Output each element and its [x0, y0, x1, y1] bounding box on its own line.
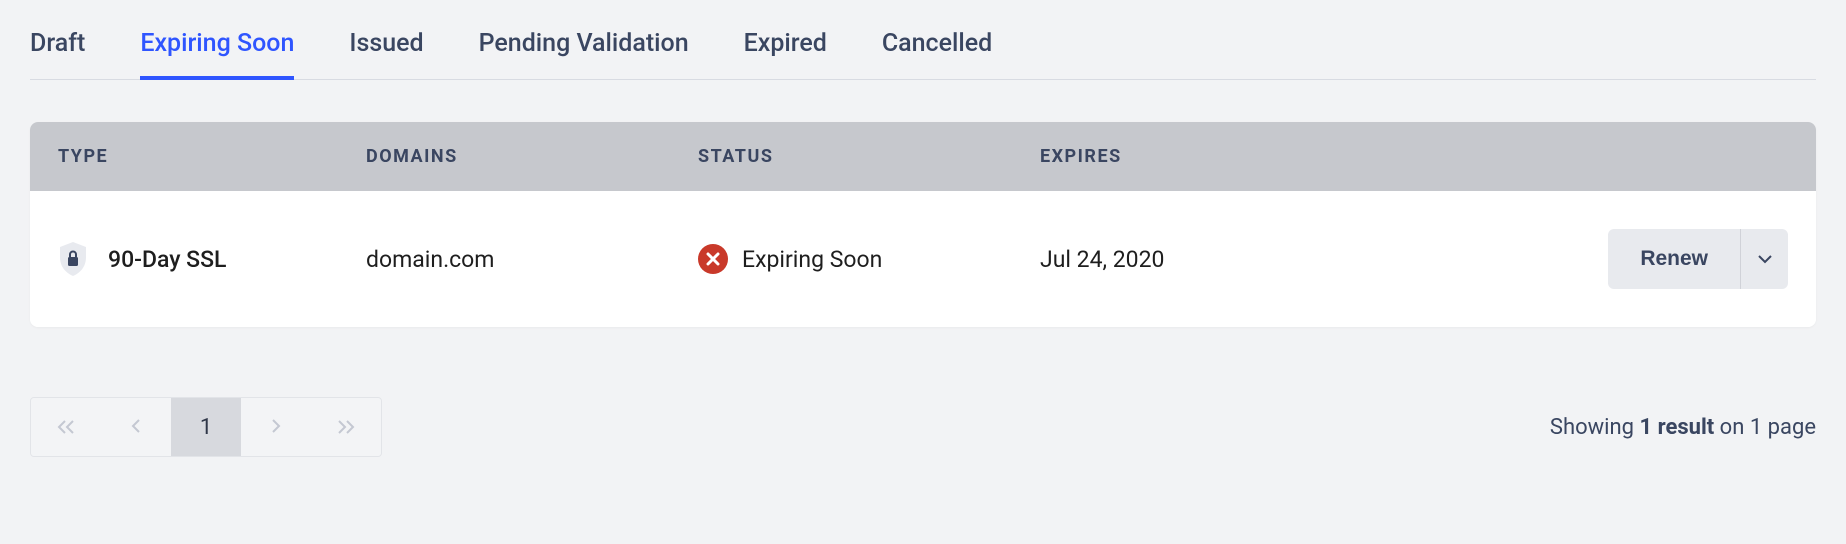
action-button-group: Renew: [1608, 229, 1788, 289]
renew-button[interactable]: Renew: [1608, 229, 1740, 289]
pagination-first-button[interactable]: [31, 398, 101, 456]
chevron-down-icon: [1757, 252, 1773, 267]
status-label: Expiring Soon: [742, 246, 882, 273]
tab-expired[interactable]: Expired: [744, 21, 827, 80]
table-row: 90-Day SSL domain.com Expiring Soon Jul …: [30, 191, 1816, 327]
tab-bar: Draft Expiring Soon Issued Pending Valid…: [30, 0, 1816, 80]
pagination-next-button[interactable]: [241, 398, 311, 456]
expires-label: Jul 24, 2020: [1040, 246, 1164, 273]
chevron-double-left-icon: [56, 419, 76, 435]
action-dropdown-button[interactable]: [1740, 229, 1788, 289]
error-icon: [698, 244, 728, 274]
tab-issued[interactable]: Issued: [349, 21, 423, 80]
tab-expiring-soon[interactable]: Expiring Soon: [140, 21, 294, 80]
tab-cancelled[interactable]: Cancelled: [882, 21, 992, 80]
pagination-prev-button[interactable]: [101, 398, 171, 456]
header-expires: EXPIRES: [1040, 146, 1312, 167]
domain-label: domain.com: [366, 246, 494, 273]
pagination-page-1[interactable]: 1: [171, 398, 241, 456]
table-header-row: TYPE DOMAINS STATUS EXPIRES: [30, 122, 1816, 191]
header-status: STATUS: [698, 146, 1040, 167]
header-domains: DOMAINS: [366, 146, 698, 167]
chevron-right-icon: [270, 415, 282, 440]
pagination: 1: [30, 397, 382, 457]
header-type: TYPE: [58, 146, 366, 167]
results-summary: Showing 1 result on 1 page: [1550, 415, 1816, 440]
certificates-table: TYPE DOMAINS STATUS EXPIRES 90-Day SSL d…: [30, 122, 1816, 327]
tab-pending-validation[interactable]: Pending Validation: [479, 21, 689, 80]
chevron-double-right-icon: [336, 419, 356, 435]
pagination-last-button[interactable]: [311, 398, 381, 456]
chevron-left-icon: [130, 415, 142, 440]
shield-lock-icon: [58, 241, 88, 277]
tab-draft[interactable]: Draft: [30, 21, 85, 80]
cert-type-label: 90-Day SSL: [108, 246, 226, 273]
